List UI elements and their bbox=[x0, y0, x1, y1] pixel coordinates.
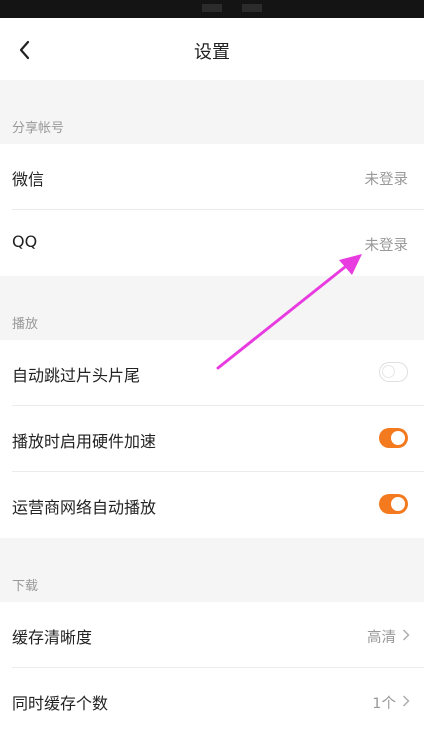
section-header-playback: 播放 bbox=[0, 276, 424, 340]
row-label: 播放时启用硬件加速 bbox=[12, 432, 157, 451]
row-cache-quality[interactable]: 缓存清晰度 高清 bbox=[0, 602, 424, 668]
skip-intro-toggle[interactable] bbox=[379, 362, 408, 382]
cellular-autoplay-toggle[interactable] bbox=[379, 494, 408, 514]
row-label: QQ bbox=[12, 232, 38, 251]
section-header-share-accounts: 分享帐号 bbox=[0, 80, 424, 144]
row-concurrent-downloads[interactable]: 同时缓存个数 1个 bbox=[0, 668, 424, 734]
row-value: 高清 bbox=[367, 630, 396, 646]
section-header-download: 下载 bbox=[0, 538, 424, 602]
hardware-acceleration-toggle[interactable] bbox=[379, 428, 408, 448]
toggle-knob bbox=[391, 431, 405, 445]
row-value: 未登录 bbox=[364, 172, 409, 188]
row-cellular-autoplay: 运营商网络自动播放 bbox=[0, 472, 424, 538]
chevron-right-icon bbox=[403, 695, 410, 707]
section-header-label: 下载 bbox=[12, 579, 39, 594]
row-skip-intro-outro: 自动跳过片头片尾 bbox=[0, 340, 424, 406]
row-label: 运营商网络自动播放 bbox=[12, 498, 157, 517]
row-wechat[interactable]: 微信 未登录 bbox=[0, 144, 424, 210]
toggle-knob bbox=[391, 497, 405, 511]
page-title: 设置 bbox=[194, 42, 230, 63]
section-header-label: 分享帐号 bbox=[12, 121, 65, 136]
row-label: 自动跳过片头片尾 bbox=[12, 366, 141, 385]
row-label: 缓存清晰度 bbox=[12, 628, 93, 647]
status-bar bbox=[0, 0, 424, 18]
row-hardware-acceleration: 播放时启用硬件加速 bbox=[0, 406, 424, 472]
section-header-label: 播放 bbox=[12, 317, 39, 332]
header-bar: 设置 bbox=[0, 18, 424, 80]
row-value: 未登录 bbox=[364, 238, 409, 254]
row-label: 微信 bbox=[12, 170, 45, 189]
row-qq[interactable]: QQ 未登录 bbox=[0, 210, 424, 276]
row-value: 1个 bbox=[372, 696, 396, 712]
status-icons bbox=[202, 4, 402, 12]
toggle-knob bbox=[382, 365, 395, 378]
chevron-right-icon bbox=[403, 629, 410, 641]
row-label: 同时缓存个数 bbox=[12, 694, 109, 713]
